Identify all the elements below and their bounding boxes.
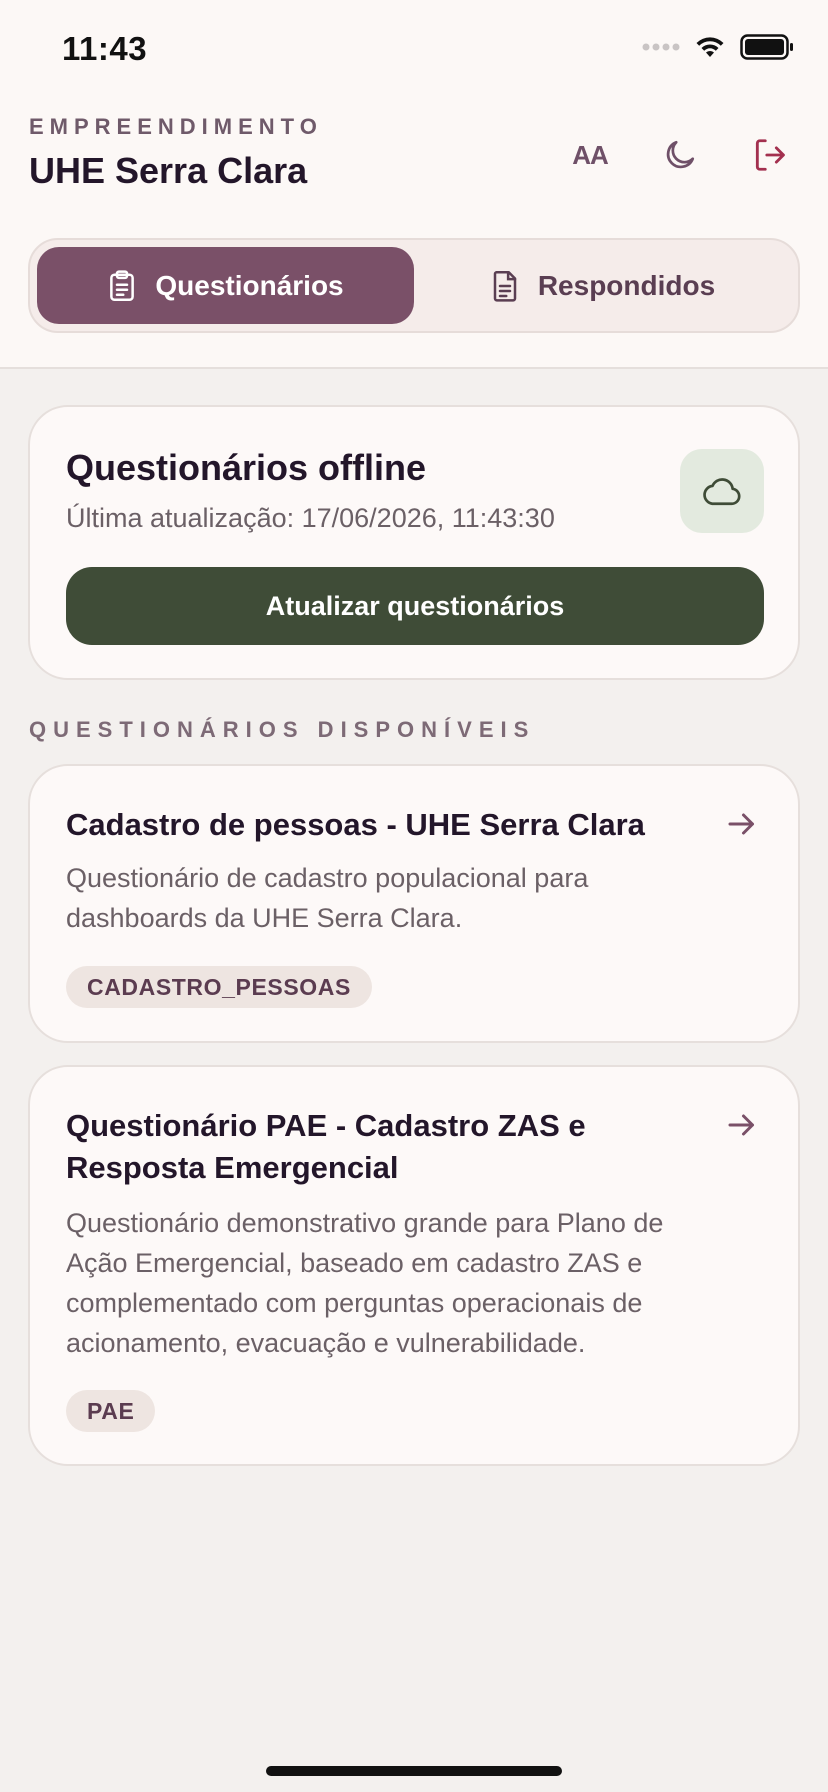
last-update-text: Última atualização: 17/06/2026, 11:43:30 [66,503,555,533]
logout-button[interactable] [742,132,798,178]
tab-respondidos[interactable]: Respondidos [414,247,791,324]
tab-switcher: Questionários Respondidos [28,238,800,333]
document-icon [493,270,517,302]
font-size-button[interactable]: AA [562,132,618,178]
questionnaire-title: Cadastro de pessoas - UHE Serra Clara [66,807,645,842]
questionnaire-description: Questionário demonstrativo grande para P… [66,1208,664,1358]
theme-toggle-button[interactable] [652,132,708,178]
project-name: UHE Serra Clara [29,150,308,191]
cloud-status [680,449,764,533]
questionnaire-description: Questionário de cadastro populacional pa… [66,863,589,933]
questionnaire-title: Questionário PAE - Cadastro ZAS e Respos… [66,1108,586,1185]
moon-icon [666,140,695,169]
battery-icon [740,34,793,60]
questionnaire-tag: CADASTRO_PESSOAS [66,966,372,1008]
questionnaire-tag: PAE [66,1390,156,1432]
arrow-right-icon [728,813,754,835]
tab-respondidos-label: Respondidos [537,269,716,301]
tab-questionarios[interactable]: Questionários [37,247,414,324]
questionnaire-card[interactable]: Cadastro de pessoas - UHE Serra Clara Qu… [28,764,800,1043]
clipboard-icon [110,269,135,301]
tab-questionarios-label: Questionários [155,269,344,301]
app-screen: 11:43 EMPREENDIMENTO UHE Serra Clara AA [0,0,828,1792]
wifi-icon [696,37,724,57]
cloud-icon [703,478,741,506]
status-icons [642,34,794,60]
update-questionnaires-button[interactable]: Atualizar questionários [66,567,764,645]
signal-icon [642,43,680,51]
section-label: QUESTIONÁRIOS DISPONÍVEIS [29,717,536,742]
home-indicator[interactable] [266,1766,562,1776]
offline-title: Questionários offline [66,447,427,488]
project-eyebrow: EMPREENDIMENTO [29,114,323,139]
font-size-icon: AA [572,139,609,170]
questionnaire-card[interactable]: Questionário PAE - Cadastro ZAS e Respos… [28,1065,800,1466]
logout-icon [755,139,785,171]
offline-card: Questionários offline Última atualização… [28,405,800,680]
header-actions: AA [562,132,798,178]
status-time: 11:43 [62,30,148,67]
top-bar: 11:43 EMPREENDIMENTO UHE Serra Clara AA [0,0,828,369]
arrow-right-icon [728,1114,754,1136]
